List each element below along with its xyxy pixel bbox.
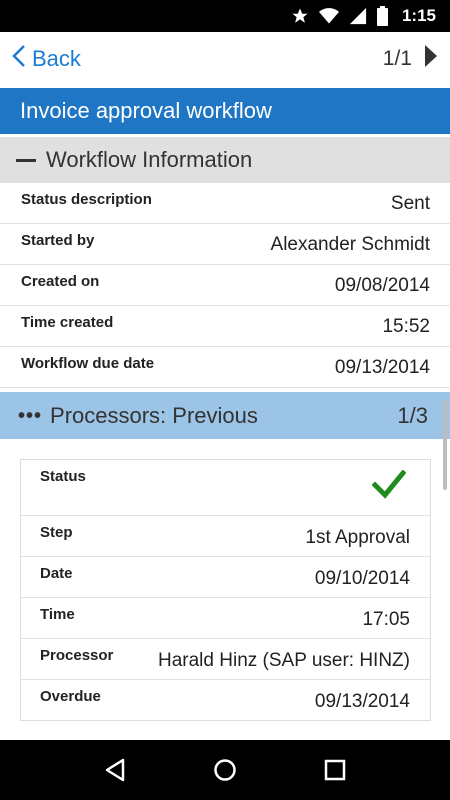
field-value: 09/13/2014 [314, 691, 410, 712]
workflow-section-title: Workflow Information [46, 147, 253, 172]
field-value: 09/08/2014 [334, 275, 430, 296]
list-item: Status description Sent [0, 183, 450, 224]
chevron-left-icon [12, 44, 26, 74]
field-label: Date [40, 565, 73, 582]
record-pager: 1/1 [383, 44, 438, 74]
scrollbar[interactable] [443, 400, 447, 490]
processor-card: Status Step 1st Approval Date 09/10/2014… [20, 459, 431, 721]
field-label: Time created [21, 314, 114, 331]
pager-count: 1/1 [382, 47, 412, 70]
field-value: 09/10/2014 [314, 568, 410, 589]
list-item: Time 17:05 [21, 598, 430, 639]
list-item: Step 1st Approval [21, 516, 430, 557]
field-value: 17:05 [362, 609, 410, 630]
list-item: Status [21, 460, 430, 516]
collapse-icon [16, 158, 36, 162]
status-bar: 1:15 [0, 0, 450, 32]
back-label: Back [32, 46, 81, 71]
field-label: Status [40, 468, 86, 485]
nav-header: Back 1/1 [0, 32, 450, 86]
list-item: Processor Harald Hinz (SAP user: HINZ) [21, 639, 430, 680]
field-label: Step [40, 524, 73, 541]
star-icon [291, 7, 309, 25]
list-item: Created on 09/08/2014 [0, 265, 450, 306]
field-label: Started by [21, 232, 95, 249]
back-button[interactable]: Back [12, 44, 81, 74]
processors-section-header[interactable]: ••• Processors: Previous 1/3 [0, 392, 450, 439]
page-title: Invoice approval workflow [0, 88, 450, 134]
list-item: Time created 15:52 [0, 306, 450, 347]
list-item: Date 09/10/2014 [21, 557, 430, 598]
battery-icon [376, 6, 388, 26]
field-value: 15:52 [382, 316, 430, 337]
field-label: Time [40, 606, 75, 623]
processors-pager: 1/3 [397, 402, 428, 428]
field-value: 09/13/2014 [334, 357, 430, 378]
list-item: Workflow due date 09/13/2014 [0, 347, 450, 388]
field-label: Processor [40, 647, 114, 664]
checkmark-icon [371, 469, 407, 505]
system-nav-bar [0, 740, 450, 800]
field-label: Status description [21, 191, 152, 208]
wifi-icon [318, 7, 339, 25]
app-screen: 1:15 Back 1/1 Invoice approval workflow … [0, 0, 450, 800]
next-arrow-icon[interactable] [424, 44, 438, 74]
workflow-section-header[interactable]: Workflow Information [0, 137, 450, 183]
home-circle-icon[interactable] [205, 750, 245, 790]
field-value: Harald Hinz (SAP user: HINZ) [158, 650, 410, 671]
field-value: Alexander Schmidt [270, 234, 430, 255]
field-label: Overdue [40, 688, 101, 705]
field-value: 1st Approval [305, 527, 410, 548]
more-dots-icon: ••• [18, 404, 43, 427]
status-time: 1:15 [401, 6, 436, 25]
field-label: Created on [21, 273, 100, 290]
field-value: Sent [390, 193, 430, 214]
list-item: Started by Alexander Schmidt [0, 224, 450, 265]
list-item: Overdue 09/13/2014 [21, 680, 430, 721]
back-triangle-icon[interactable] [95, 750, 135, 790]
field-label: Workflow due date [21, 355, 155, 372]
recents-square-icon[interactable] [315, 750, 355, 790]
workflow-info-list: Status description Sent Started by Alexa… [0, 183, 450, 388]
signal-icon [349, 7, 367, 25]
processors-section-title: Processors: Previous [50, 402, 258, 428]
